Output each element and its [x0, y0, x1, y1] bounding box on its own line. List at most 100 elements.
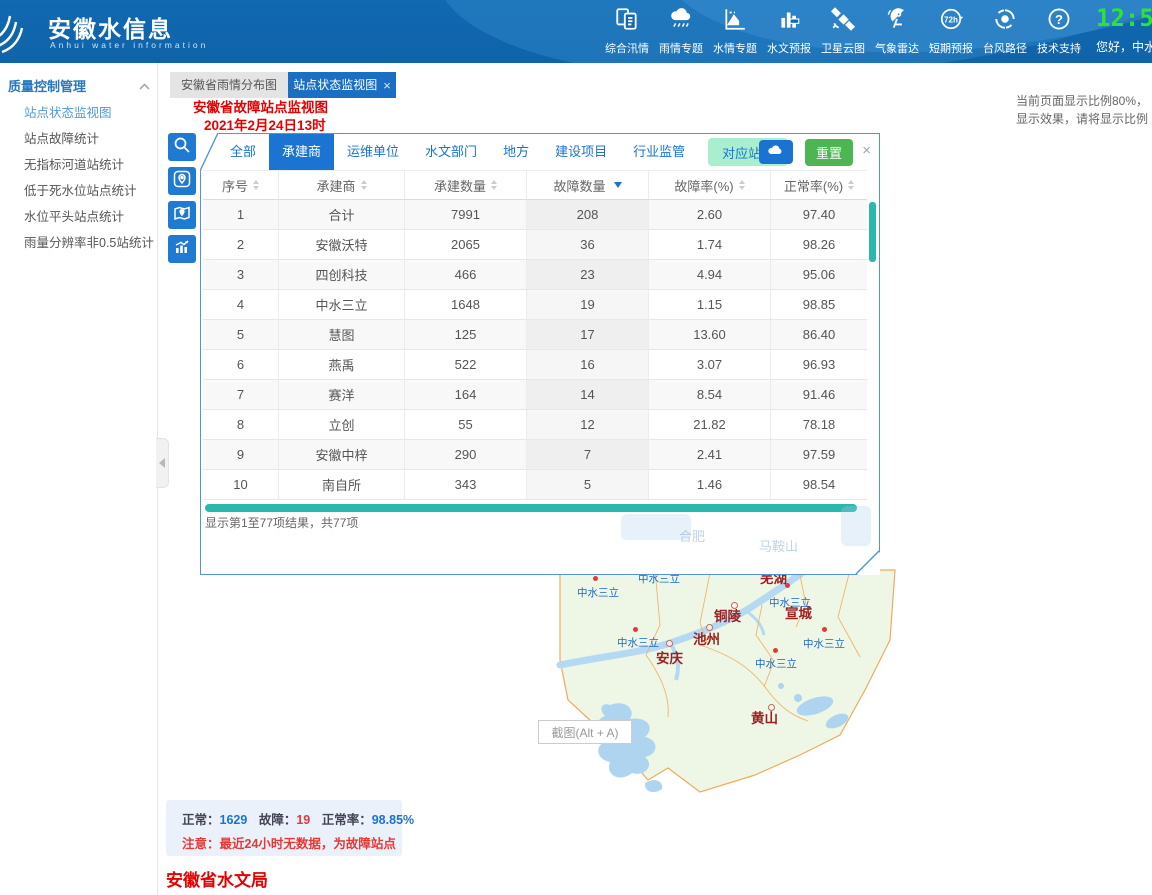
table-row[interactable]: 6 燕禹 522 16 3.07 96.93: [203, 350, 867, 380]
cell-contractor: 四创科技: [279, 260, 405, 289]
filter-tab[interactable]: 行业监管: [620, 134, 698, 170]
station-label[interactable]: 中水三立: [577, 585, 619, 600]
nav-hydro-forecast[interactable]: 水文预报: [762, 6, 816, 56]
station-label[interactable]: 中水三立: [755, 656, 797, 671]
nav-short-forecast[interactable]: 72h 短期预报: [924, 6, 978, 56]
tab-close-icon[interactable]: ×: [383, 79, 391, 92]
table-row[interactable]: 10 南自所 343 5 1.46 98.54: [203, 470, 867, 500]
table-column-header[interactable]: 故障数量: [527, 171, 649, 199]
app-root: 安徽水信息 Anhui water information 综合汛情 雨情专题 …: [0, 0, 1152, 895]
nav-satellite-cloud[interactable]: 卫星云图: [816, 6, 870, 56]
cell-fault-rate: 1.46: [649, 470, 771, 499]
sidebar-item[interactable]: 水位平头站点统计: [0, 204, 157, 230]
sort-arrows-icon: [361, 180, 367, 190]
cell-normal-rate: 96.93: [771, 350, 867, 379]
tab-label: 站点状态监视图: [293, 72, 377, 98]
sidebar-group-quality-control[interactable]: 质量控制管理: [8, 76, 150, 95]
vertical-scrollbar[interactable]: [869, 202, 876, 262]
nav-weather-radar[interactable]: 气象雷达: [870, 6, 924, 56]
map-layers-button[interactable]: [168, 201, 196, 229]
nav-rain-topic[interactable]: 雨情专题: [654, 6, 708, 56]
dialog-close-icon[interactable]: ×: [862, 142, 871, 159]
column-label: 正常率(%): [784, 176, 843, 195]
table-column-header[interactable]: 承建商: [279, 171, 405, 199]
city-marker[interactable]: [666, 640, 673, 647]
station-dot[interactable]: [633, 627, 638, 632]
fault-label: 故障：: [259, 813, 297, 827]
sidebar-item[interactable]: 站点故障统计: [0, 126, 157, 152]
station-dot[interactable]: [773, 648, 778, 653]
tab-rain-distribution[interactable]: 安徽省雨情分布图: [170, 72, 288, 98]
statistics-button[interactable]: [168, 235, 196, 263]
cell-fault-rate: 13.60: [649, 320, 771, 349]
filter-tab[interactable]: 地方: [490, 134, 542, 170]
station-label[interactable]: 中水三立: [803, 636, 845, 651]
dialog-corner-bevel-br: [854, 547, 880, 575]
station-dot[interactable]: [593, 576, 598, 581]
table-column-header[interactable]: 故障率(%): [649, 171, 771, 199]
sidebar-item[interactable]: 无指标河道站统计: [0, 152, 157, 178]
table-row[interactable]: 1 合计 7991 208 2.60 97.40: [203, 200, 867, 230]
station-dot[interactable]: [822, 627, 827, 632]
table-row[interactable]: 2 安徽沃特 2065 36 1.74 98.26: [203, 230, 867, 260]
sidebar-collapse-handle[interactable]: [156, 438, 169, 488]
table-row[interactable]: 4 中水三立 1648 19 1.15 98.85: [203, 290, 867, 320]
tab-station-status[interactable]: 站点状态监视图 ×: [288, 72, 396, 98]
map-marker-icon: [173, 204, 191, 227]
svg-text:72h: 72h: [944, 15, 958, 24]
filter-tab[interactable]: 全部: [217, 134, 269, 170]
cell-fault-rate: 2.60: [649, 200, 771, 229]
cell-fault-count: 14: [527, 380, 649, 409]
rate-label: 正常率：: [322, 813, 372, 827]
station-stats-dialog: 全部承建商运维单位水文部门地方建设项目行业监管 对应站点 重置 × 序号 承建商: [200, 133, 880, 575]
table-row[interactable]: 7 赛洋 164 14 8.54 91.46: [203, 380, 867, 410]
normal-value: 1629: [220, 813, 248, 827]
filter-tab[interactable]: 运维单位: [334, 134, 412, 170]
city-label: 安庆: [656, 647, 683, 667]
table-column-header[interactable]: 序号: [203, 171, 279, 199]
cloud-icon: [767, 143, 785, 161]
cloud-download-button[interactable]: [759, 140, 793, 164]
table-row[interactable]: 3 四创科技 466 23 4.94 95.06: [203, 260, 867, 290]
station-label[interactable]: 中水三立: [617, 635, 659, 650]
table-column-header[interactable]: 承建数量: [405, 171, 527, 199]
filter-tab[interactable]: 承建商: [269, 134, 334, 170]
sort-desc-icon: [614, 182, 622, 188]
table-row[interactable]: 5 慧图 125 17 13.60 86.40: [203, 320, 867, 350]
city-label: 黄山: [751, 707, 778, 727]
nav-flood-overview[interactable]: 综合汛情: [600, 6, 654, 56]
cell-no: 1: [203, 200, 279, 229]
sidebar-item[interactable]: 低于死水位站点统计: [0, 178, 157, 204]
table-header: 序号 承建商 承建数量 故障数量: [203, 170, 867, 200]
nav-label: 水情专题: [713, 40, 757, 56]
cell-built-count: 7991: [405, 200, 527, 229]
nav-water-topic[interactable]: 水情专题: [708, 6, 762, 56]
search-button[interactable]: [168, 133, 196, 161]
cell-no: 6: [203, 350, 279, 379]
sidebar-item[interactable]: 雨量分辨率非0.5站统计: [0, 230, 157, 256]
nav-tech-support[interactable]: ? 技术支持: [1032, 6, 1086, 56]
table-row[interactable]: 8 立创 55 12 21.82 78.18: [203, 410, 867, 440]
help-icon: ?: [1046, 6, 1072, 37]
nav-label: 综合汛情: [605, 40, 649, 56]
filter-tab[interactable]: 建设项目: [542, 134, 620, 170]
column-label: 承建数量: [434, 176, 486, 195]
sidebar-item[interactable]: 站点状态监视图: [0, 100, 157, 126]
table-column-header[interactable]: 正常率(%): [771, 171, 867, 199]
filter-tab[interactable]: 水文部门: [412, 134, 490, 170]
svg-text:?: ?: [1055, 12, 1063, 27]
cell-contractor: 燕禹: [279, 350, 405, 379]
table-row[interactable]: 9 安徽中梓 290 7 2.41 97.59: [203, 440, 867, 470]
horizontal-scrollbar[interactable]: [205, 504, 857, 512]
reset-button[interactable]: 重置: [805, 139, 853, 166]
map-title-line1: 安徽省故障站点监视图: [193, 96, 328, 116]
cell-no: 7: [203, 380, 279, 409]
sidebar-menu: 站点状态监视图 站点故障统计 无指标河道站统计 低于死水位站点统计 水位平头站点…: [0, 100, 157, 256]
locate-button[interactable]: [168, 167, 196, 195]
fault-value: 19: [296, 813, 310, 827]
nav-typhoon-track[interactable]: 台风路径: [978, 6, 1032, 56]
cell-contractor: 合计: [279, 200, 405, 229]
forecast-bars-icon: [776, 6, 802, 37]
cell-built-count: 55: [405, 410, 527, 439]
cell-contractor: 慧图: [279, 320, 405, 349]
